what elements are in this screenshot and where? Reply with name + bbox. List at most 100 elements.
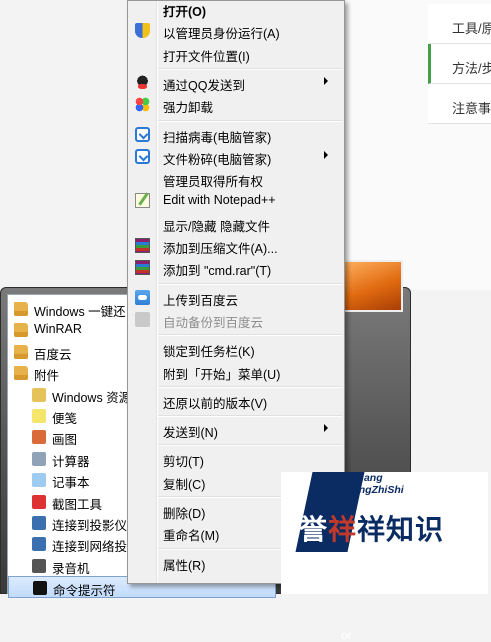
watermark-char-rest: 祥知识 bbox=[357, 514, 445, 545]
watermark-logo: YuXiang XiangZhiShi 誉祥祥知识 bbox=[281, 472, 488, 594]
context-menu-item-label: 上传到百度云 bbox=[163, 293, 239, 308]
folder-icon bbox=[14, 302, 28, 316]
context-menu-item: 自动备份到百度云 bbox=[128, 309, 344, 331]
context-menu-item[interactable]: 还原以前的版本(V) bbox=[128, 390, 344, 412]
context-menu-item[interactable]: 显示/隐藏 隐藏文件 bbox=[128, 213, 344, 235]
pc-manager-icon bbox=[135, 148, 150, 164]
context-menu-item-label: 属性(R) bbox=[163, 558, 206, 573]
context-menu-item[interactable]: 打开文件位置(I) bbox=[128, 43, 344, 65]
folder-icon bbox=[14, 323, 28, 338]
start-menu-item-label: 截图工具 bbox=[52, 497, 103, 512]
context-menu-item-label: 锁定到任务栏(K) bbox=[163, 345, 255, 360]
context-menu-item[interactable]: 打开(O) bbox=[128, 0, 344, 20]
menu-separator bbox=[158, 119, 342, 122]
start-menu-item-label: 便笺 bbox=[52, 412, 78, 426]
outline-item-notes[interactable]: 注意事 bbox=[428, 84, 491, 124]
context-menu-item-label: 扫描病毒(电脑管家) bbox=[163, 130, 272, 145]
paint-icon bbox=[32, 430, 46, 445]
context-menu-item[interactable]: 添加到压缩文件(A)... bbox=[128, 235, 344, 257]
context-menu-item-label: 显示/隐藏 隐藏文件 bbox=[163, 219, 270, 234]
menu-separator bbox=[158, 385, 342, 388]
context-menu-item-label: 自动备份到百度云 bbox=[163, 315, 264, 330]
context-menu-item-label: 管理员取得所有权 bbox=[163, 175, 264, 190]
pc-manager-icon bbox=[135, 126, 150, 142]
context-menu-item-label: 强力卸载 bbox=[163, 101, 214, 116]
baidu-cloud-icon bbox=[135, 311, 150, 327]
context-menu-item-label: 发送到(N) bbox=[163, 426, 218, 441]
menu-separator bbox=[158, 415, 342, 418]
snipping-tool-icon bbox=[32, 494, 46, 509]
notepad-icon bbox=[32, 473, 46, 488]
start-menu-item-label: Windows 一键还 bbox=[34, 305, 126, 319]
outline-item-label: 工具/原 bbox=[452, 21, 491, 36]
start-menu-item-label: 计算器 bbox=[52, 454, 90, 469]
sticky-note-icon bbox=[32, 409, 46, 423]
outline-item-label: 注意事 bbox=[452, 101, 491, 116]
start-menu-item-label: 百度云 bbox=[34, 347, 72, 362]
submenu-arrow-icon bbox=[324, 150, 328, 159]
folder-icon bbox=[14, 344, 28, 359]
watermark-char-2: 祥 bbox=[328, 514, 358, 545]
user-avatar[interactable] bbox=[339, 260, 403, 312]
context-menu-item-label: 打开(O) bbox=[163, 5, 207, 19]
watermark-text-1: YuXiang bbox=[341, 472, 383, 484]
context-menu-item[interactable]: 管理员取得所有权 bbox=[128, 168, 344, 190]
context-menu-item[interactable]: 以管理员身份运行(A) bbox=[128, 20, 344, 42]
context-menu-item[interactable]: 发送到(N) bbox=[128, 419, 344, 441]
context-menu-item[interactable]: 附到「开始」菜单(U) bbox=[128, 361, 344, 383]
watermark-title: 誉祥祥知识 bbox=[299, 508, 444, 548]
winrar-icon bbox=[135, 260, 150, 276]
context-menu-item[interactable]: 锁定到任务栏(K) bbox=[128, 338, 344, 360]
watermark-text-2: XiangZhiShi bbox=[343, 484, 404, 496]
context-menu-item-label: 通过QQ发送到 bbox=[163, 78, 245, 93]
microphone-icon bbox=[32, 558, 46, 573]
uac-shield-icon bbox=[135, 23, 150, 39]
context-menu-item-label: 打开文件位置(I) bbox=[163, 49, 250, 64]
context-menu-item-label: 附到「开始」菜单(U) bbox=[163, 367, 281, 382]
menu-separator bbox=[158, 444, 342, 447]
menu-separator bbox=[158, 282, 342, 285]
start-menu-right-link[interactable]: or bbox=[341, 628, 352, 642]
context-menu-item[interactable]: 强力卸载 bbox=[128, 94, 344, 116]
context-menu-item[interactable]: 添加到 "cmd.rar"(T) bbox=[128, 257, 344, 279]
calculator-icon bbox=[32, 451, 46, 466]
context-menu-item-label: 复制(C) bbox=[163, 477, 206, 492]
context-menu-item-label: 文件粉碎(电脑管家) bbox=[163, 152, 272, 167]
uninstall-flower-icon bbox=[135, 97, 150, 113]
context-menu-item-label: 删除(D) bbox=[163, 507, 206, 521]
explorer-icon bbox=[32, 387, 46, 402]
context-menu-item-label: 添加到压缩文件(A)... bbox=[163, 242, 278, 256]
projector-icon bbox=[32, 516, 46, 530]
context-menu-item-label: 剪切(T) bbox=[163, 455, 204, 470]
context-menu-item[interactable]: 通过QQ发送到 bbox=[128, 72, 344, 94]
context-menu-item-label: 添加到 "cmd.rar"(T) bbox=[163, 264, 272, 279]
context-menu-item-label: Edit with Notepad++ bbox=[163, 193, 276, 208]
context-menu-item-label: 还原以前的版本(V) bbox=[163, 396, 268, 411]
context-menu-item[interactable]: Edit with Notepad++ bbox=[128, 190, 344, 212]
start-menu-item-label: WinRAR bbox=[34, 322, 82, 337]
outline-item-steps[interactable]: 方法/步 bbox=[428, 44, 491, 84]
context-menu-item[interactable]: 扫描病毒(电脑管家) bbox=[128, 124, 344, 146]
network-projector-icon bbox=[32, 537, 46, 552]
menu-separator bbox=[158, 334, 342, 337]
notepad-plus-icon bbox=[135, 193, 150, 209]
context-menu-item[interactable]: 文件粉碎(电脑管家) bbox=[128, 146, 344, 168]
context-menu-item[interactable]: 上传到百度云 bbox=[128, 287, 344, 309]
qq-icon bbox=[135, 74, 150, 90]
submenu-arrow-icon bbox=[324, 424, 328, 433]
context-menu-item[interactable]: 剪切(T) bbox=[128, 448, 344, 470]
start-menu-item-label: 连接到投影仪 bbox=[52, 519, 128, 533]
context-menu-item-label: 以管理员身份运行(A) bbox=[163, 27, 280, 42]
article-outline-panel: 工具/原 方法/步 注意事 bbox=[346, 0, 491, 290]
start-menu-item-label: 记事本 bbox=[52, 476, 90, 491]
start-menu-item-label: Windows 资源 bbox=[52, 390, 132, 405]
winrar-icon bbox=[135, 238, 150, 253]
watermark-char-1: 誉 bbox=[299, 514, 329, 545]
start-menu-item-label: 画图 bbox=[52, 433, 78, 448]
start-menu-item-label: 附件 bbox=[34, 369, 60, 384]
outline-item-tools[interactable]: 工具/原 bbox=[428, 4, 491, 44]
context-menu-item-label: 重命名(M) bbox=[163, 529, 220, 544]
cmd-icon bbox=[33, 581, 47, 596]
baidu-cloud-icon bbox=[135, 289, 150, 305]
submenu-arrow-icon bbox=[324, 76, 328, 85]
